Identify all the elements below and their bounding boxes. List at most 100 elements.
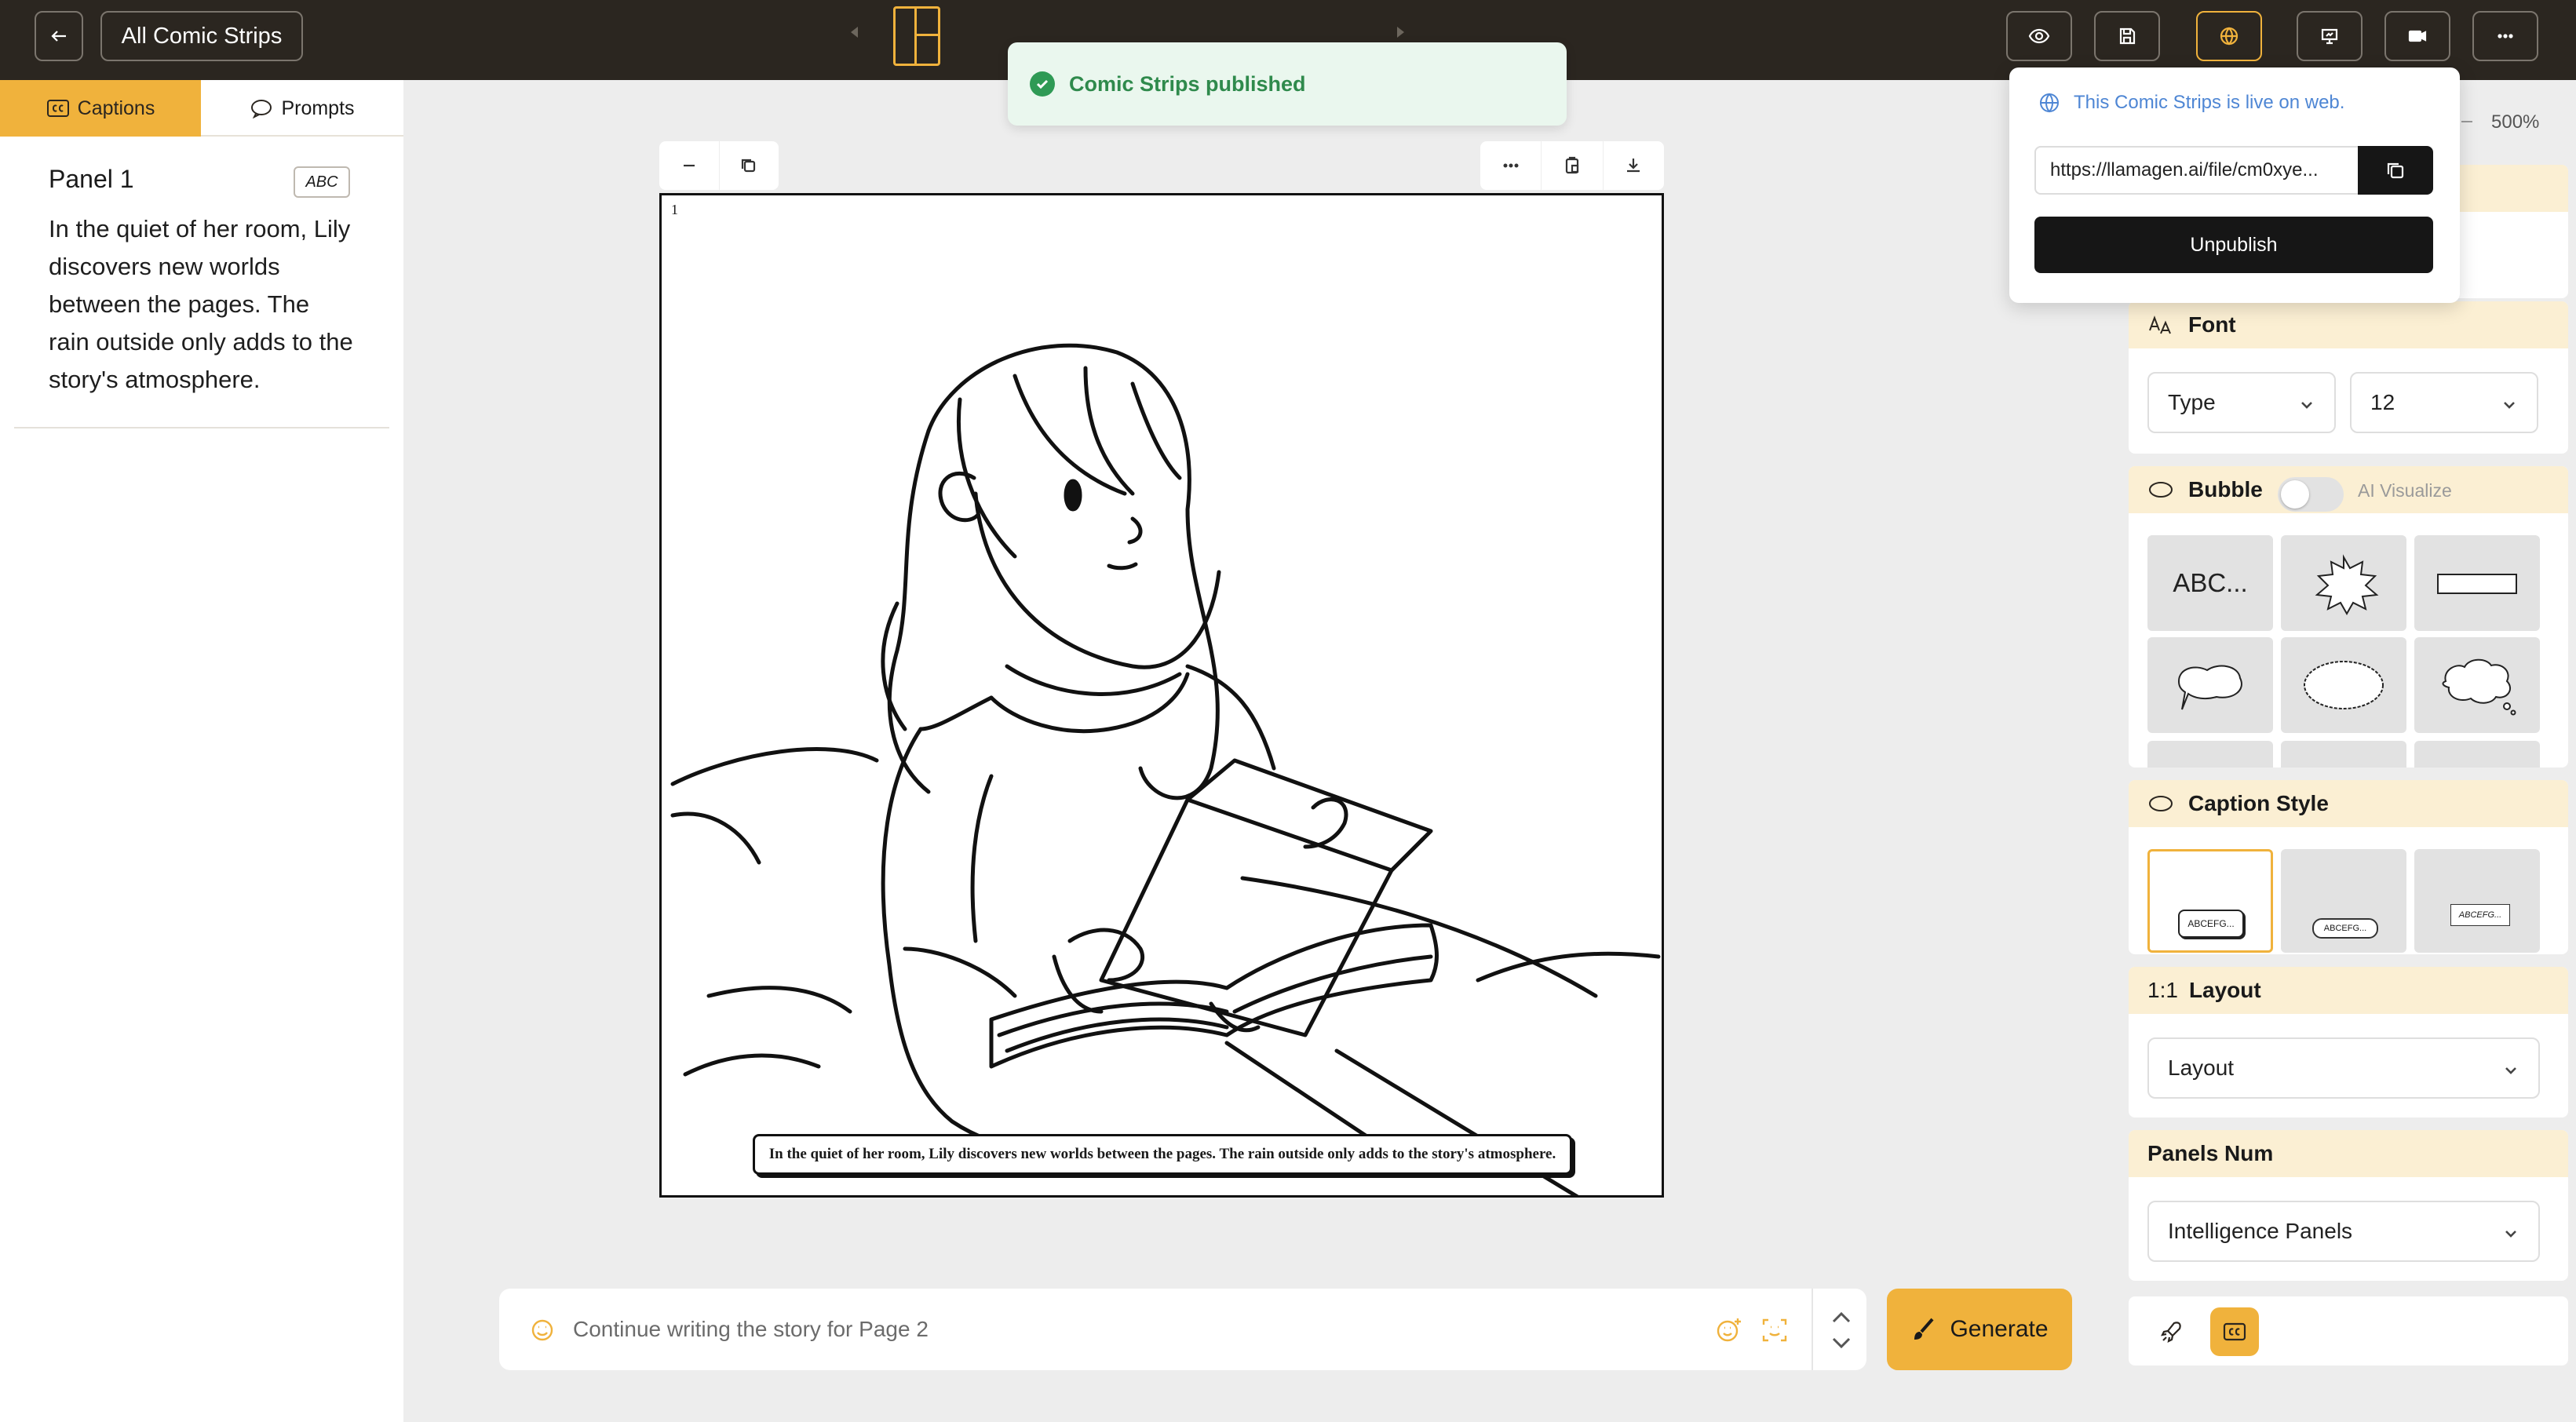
caption-style-sample: ABCEFG...	[2450, 904, 2510, 926]
live-status-text: This Comic Strips is live on web.	[2074, 92, 2345, 113]
layout-title: Layout	[2188, 978, 2261, 1002]
copy-icon	[742, 159, 756, 173]
caption-style-option-2[interactable]: ABCEFG...	[2281, 849, 2406, 953]
font-size-value: 12	[2370, 390, 2395, 414]
next-page-arrow[interactable]	[1397, 27, 1404, 38]
bubble-style-text[interactable]: ABC...	[2147, 535, 2273, 631]
more-dots-icon	[1503, 163, 1519, 168]
font-card: Font Type 12	[2129, 301, 2568, 454]
bubble-style-speech[interactable]	[2147, 637, 2273, 733]
generate-button[interactable]: Generate	[1887, 1289, 2072, 1370]
clipboard-icon	[1565, 156, 1579, 174]
bubble-icon	[2149, 482, 2173, 498]
remove-panel-button[interactable]	[659, 141, 720, 190]
download-panel-button[interactable]	[1604, 141, 1664, 190]
copy-icon	[2387, 162, 2404, 179]
bubble-style-more[interactable]	[2147, 741, 2273, 768]
rocket-icon	[2161, 1322, 2181, 1343]
prev-page-arrow[interactable]	[851, 27, 858, 38]
rocket-mode-button[interactable]	[2147, 1307, 2196, 1356]
wavy-bubble-icon	[2304, 661, 2384, 709]
published-url-field[interactable]: https://llamagen.ai/file/cm0xye...	[2034, 146, 2358, 195]
globe-icon	[2040, 93, 2059, 113]
layout-value: Layout	[2168, 1056, 2235, 1080]
bubble-card: Bubble AI Visualize ABC...	[2129, 466, 2568, 768]
comic-panel[interactable]: 1 In the quiet of her room, Lily discove…	[659, 193, 1664, 1198]
burst-bubble-icon	[2315, 554, 2379, 616]
font-type-select[interactable]: Type	[2147, 372, 2336, 433]
bubble-icon	[2149, 796, 2173, 811]
panel-caption-bubble[interactable]: In the quiet of her room, Lily discovers…	[753, 1134, 1572, 1175]
panel-mode-switcher	[2129, 1296, 2568, 1365]
bubble-style-more[interactable]	[2414, 741, 2540, 768]
page-layout-thumbnail[interactable]	[893, 6, 940, 66]
panel-toolbar-left	[659, 141, 779, 190]
speech-bubble-icon	[2177, 665, 2242, 710]
font-header: Font	[2129, 301, 2568, 348]
story-prompt-bar	[499, 1289, 1866, 1370]
bubble-header: Bubble AI Visualize	[2129, 466, 2568, 513]
duplicate-panel-button[interactable]	[720, 141, 779, 190]
publish-button[interactable]	[2196, 11, 2262, 61]
panel-toolbar-right	[1480, 141, 1664, 190]
publish-success-toast: Comic Strips published	[1008, 42, 1567, 126]
more-menu-button[interactable]	[2472, 11, 2538, 61]
chevron-down-icon	[2502, 1223, 2519, 1240]
live-status: This Comic Strips is live on web.	[2038, 91, 2344, 115]
bubble-style-wavy[interactable]	[2281, 637, 2406, 733]
ai-visualize-label: AI Visualize	[2358, 480, 2452, 501]
bubble-style-rectangle[interactable]	[2414, 535, 2540, 631]
bubble-style-thought[interactable]	[2414, 637, 2540, 733]
caption-style-badge[interactable]: ABC	[294, 166, 350, 198]
caption-style-option-1[interactable]: ABCEFG...	[2147, 849, 2273, 953]
girl-reading-illustration	[670, 343, 1661, 1195]
present-button[interactable]	[2297, 11, 2363, 61]
story-prompt-input[interactable]	[573, 1311, 1389, 1348]
smile-bubble-icon	[531, 1319, 553, 1341]
chevron-down-icon	[2501, 394, 2518, 411]
generate-label: Generate	[1950, 1316, 2049, 1342]
all-comic-strips-button[interactable]: All Comic Strips	[100, 11, 303, 61]
back-button[interactable]	[35, 11, 83, 61]
caption-style-option-3[interactable]: ABCEFG...	[2414, 849, 2540, 953]
video-button[interactable]	[2384, 11, 2450, 61]
tab-prompts-label: Prompts	[281, 97, 355, 119]
save-button[interactable]	[2094, 11, 2160, 61]
captions-mode-button[interactable]	[2210, 1307, 2259, 1356]
chevron-down-icon	[2502, 1059, 2519, 1077]
tab-captions[interactable]: Captions	[0, 80, 201, 137]
panel-more-button[interactable]	[1480, 141, 1542, 190]
panels-num-value: Intelligence Panels	[2168, 1219, 2353, 1243]
download-icon	[1627, 159, 1640, 173]
chevron-down-icon	[2298, 394, 2315, 411]
tab-prompts[interactable]: Prompts	[201, 80, 403, 137]
scan-face-button[interactable]	[1760, 1315, 1790, 1345]
font-size-select[interactable]: 12	[2350, 372, 2538, 433]
presentation-icon	[2321, 28, 2338, 45]
page-stepper[interactable]	[1826, 1303, 1857, 1358]
arrow-left-icon	[51, 31, 66, 42]
panel-title: Panel 1	[49, 165, 134, 193]
preview-button[interactable]	[2006, 11, 2072, 61]
bubble-abc-label: ABC...	[2173, 568, 2248, 597]
emoji-add-button[interactable]	[1714, 1315, 1744, 1345]
scan-face-icon	[1762, 1318, 1787, 1342]
ai-visualize-toggle[interactable]	[2278, 477, 2344, 512]
save-icon	[2119, 27, 2136, 45]
layout-select[interactable]: Layout	[2147, 1037, 2540, 1099]
tab-captions-label: Captions	[77, 97, 155, 119]
caption-style-sample: ABCEFG...	[2178, 910, 2244, 938]
zoom-slider[interactable]	[2461, 121, 2472, 122]
publish-popover: This Comic Strips is live on web. https:…	[2009, 67, 2460, 303]
chevron-up-down-icon	[1832, 1311, 1851, 1349]
paste-panel-button[interactable]	[1542, 141, 1604, 190]
bubble-style-burst[interactable]	[2281, 535, 2406, 631]
panels-num-header: Panels Num	[2129, 1130, 2568, 1177]
bubble-style-more[interactable]	[2281, 741, 2406, 768]
panel-caption-text[interactable]: In the quiet of her room, Lily discovers…	[49, 210, 355, 399]
minus-icon	[683, 164, 695, 167]
panels-num-select[interactable]: Intelligence Panels	[2147, 1201, 2540, 1262]
thought-bubble-icon	[2442, 658, 2516, 716]
copy-url-button[interactable]	[2358, 146, 2433, 195]
unpublish-button[interactable]: Unpublish	[2034, 217, 2433, 273]
